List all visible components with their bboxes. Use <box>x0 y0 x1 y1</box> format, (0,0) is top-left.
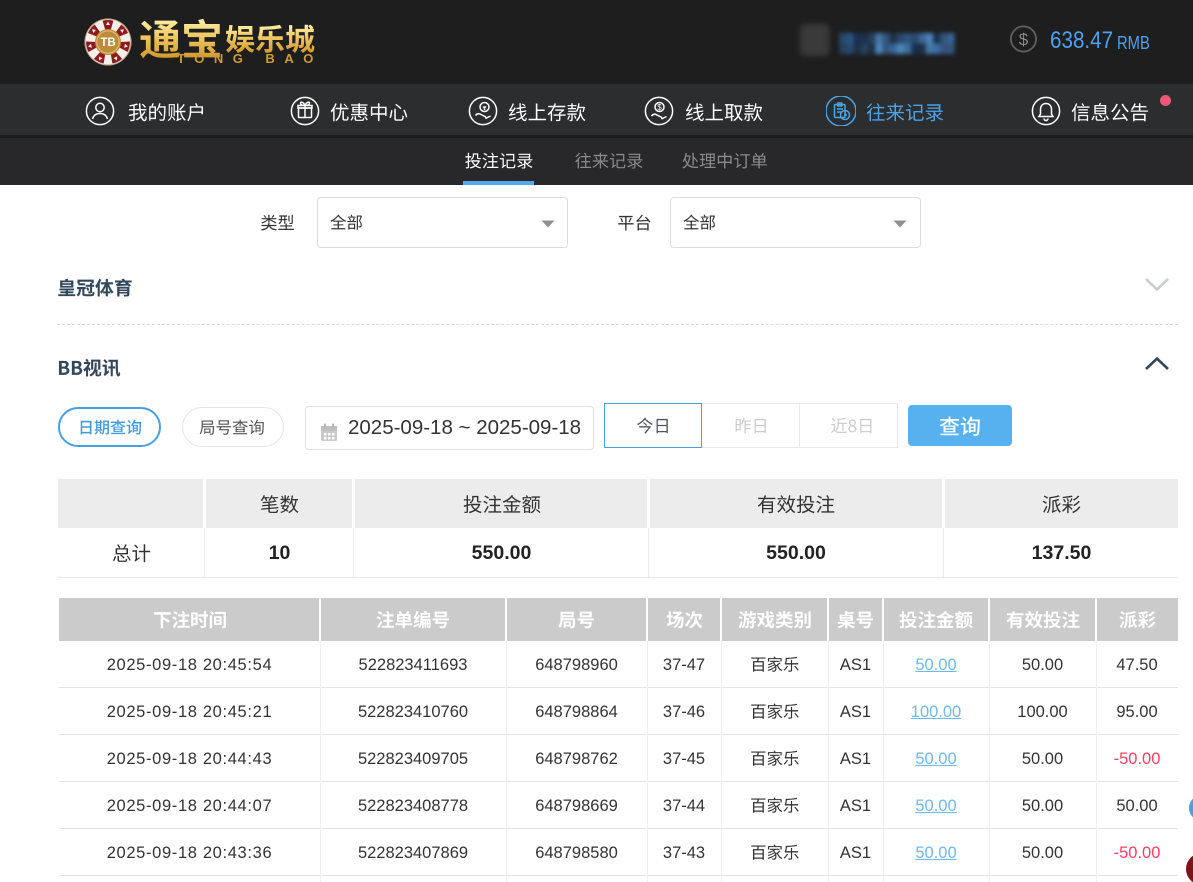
svg-text:$: $ <box>657 103 662 112</box>
svg-text:TB: TB <box>100 37 115 49</box>
svg-text:$: $ <box>1019 30 1029 49</box>
